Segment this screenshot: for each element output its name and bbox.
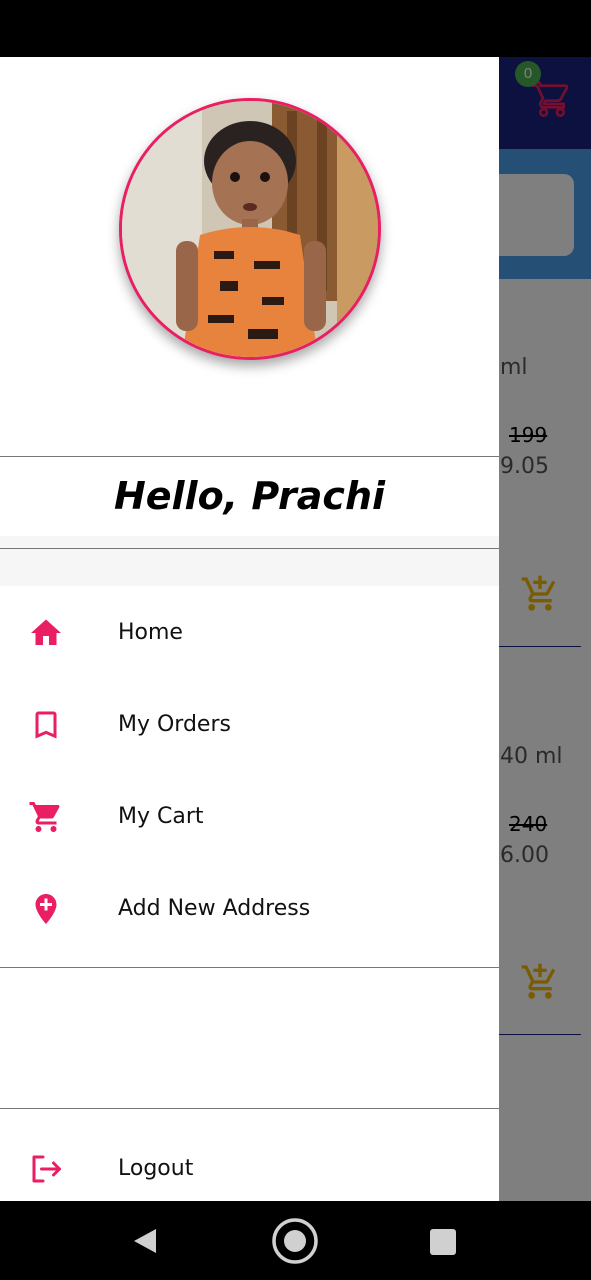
add-location-icon <box>35 894 57 924</box>
avatar[interactable] <box>119 98 381 360</box>
home-circle-icon[interactable] <box>271 1217 319 1265</box>
menu-item-label: Add New Address <box>118 896 311 921</box>
divider <box>0 548 499 549</box>
menu-item-my-orders[interactable]: My Orders <box>0 679 499 771</box>
menu-item-label: Logout <box>118 1156 194 1181</box>
bookmark-icon <box>35 711 57 739</box>
menu-item-add-new-address[interactable]: Add New Address <box>0 863 499 955</box>
logout-icon <box>32 1155 61 1183</box>
menu-item-label: Home <box>118 620 183 645</box>
menu-item-label: My Cart <box>118 804 204 829</box>
greeting-text: Hello, Prachi <box>113 474 386 518</box>
section-spacer <box>0 536 499 586</box>
status-bar <box>0 0 591 57</box>
divider <box>0 967 499 968</box>
menu-item-home[interactable]: Home <box>0 587 499 679</box>
cart-icon <box>29 802 60 832</box>
menu-item-my-cart[interactable]: My Cart <box>0 771 499 863</box>
system-navigation-bar <box>0 1201 591 1280</box>
profile-photo <box>122 101 378 357</box>
menu-item-logout[interactable]: Logout <box>0 1123 499 1201</box>
recents-icon[interactable] <box>430 1229 456 1255</box>
menu-item-label: My Orders <box>118 712 231 737</box>
navigation-drawer: Hello, Prachi Home My Orders My Cart Add… <box>0 57 499 1201</box>
home-icon <box>31 619 61 645</box>
back-icon[interactable] <box>130 1226 160 1256</box>
divider <box>0 1108 499 1109</box>
